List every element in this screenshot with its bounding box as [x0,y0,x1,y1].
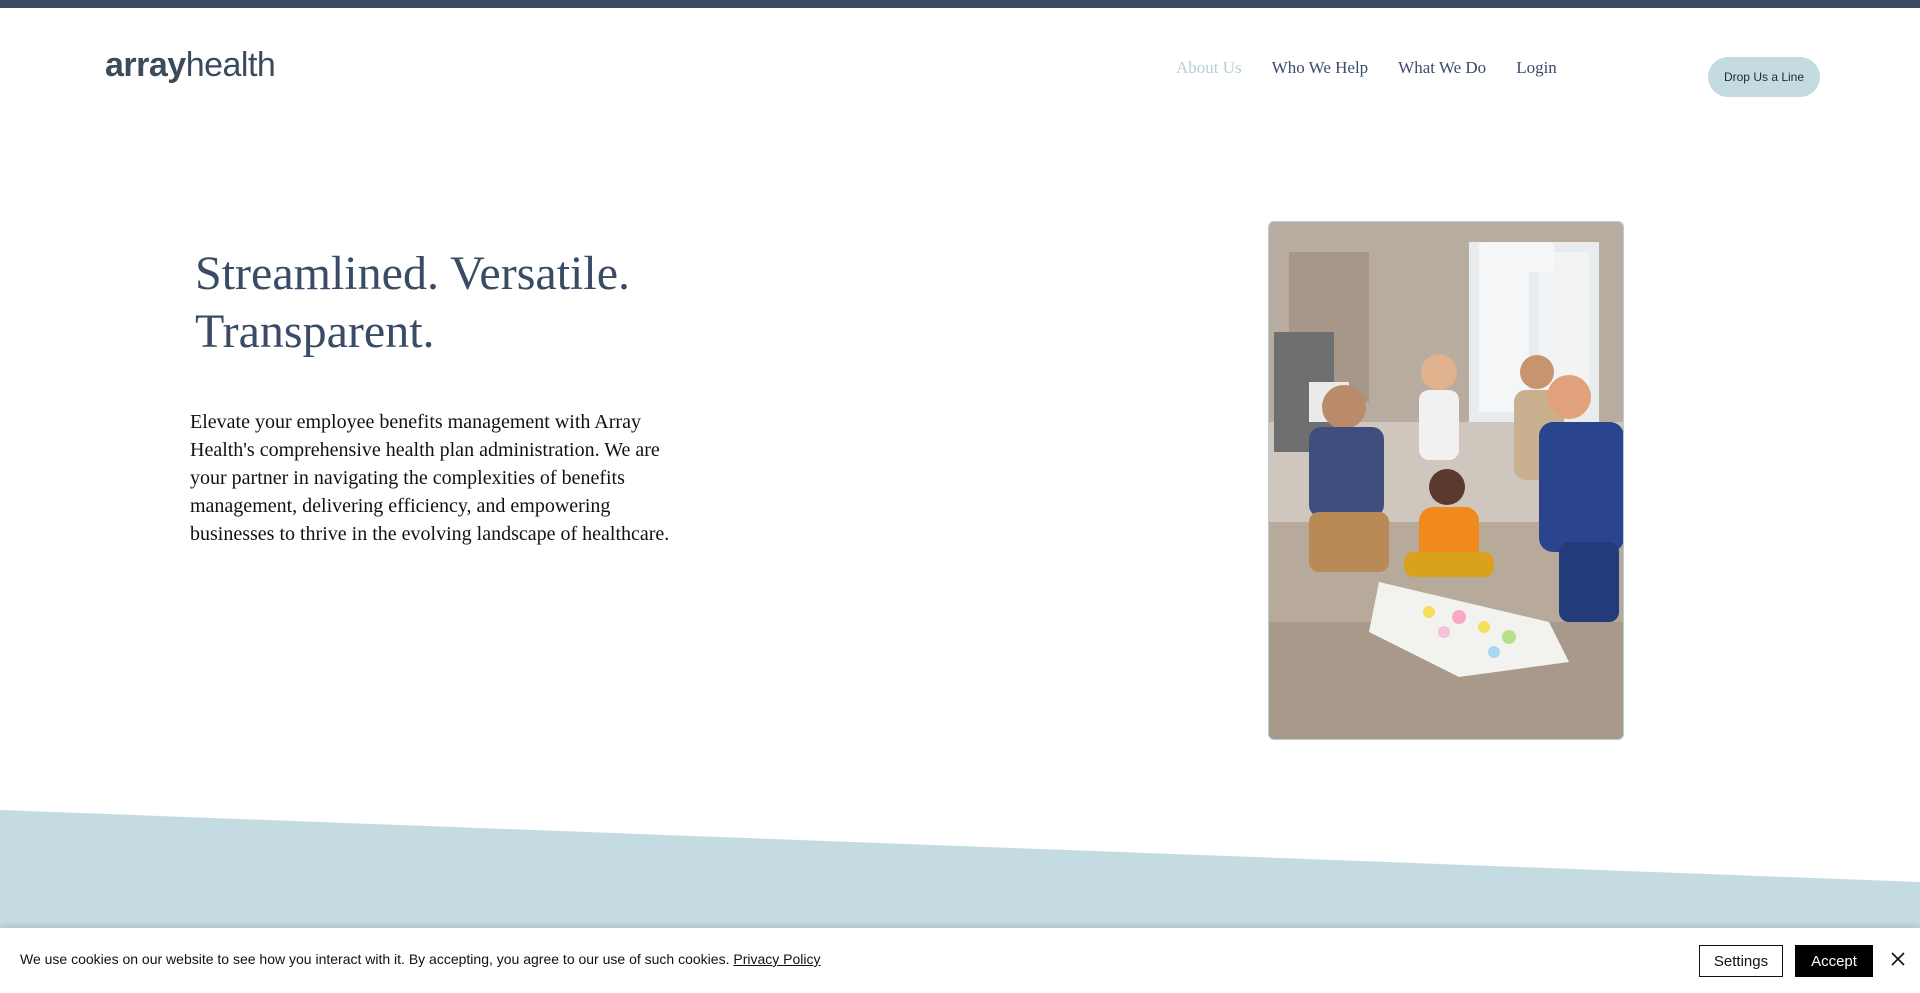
team-collaboration-illustration [1269,222,1623,739]
hero-title-line1: Streamlined. Versatile. [195,247,630,300]
close-icon[interactable] [1887,948,1909,970]
hero-photo [1268,221,1624,740]
logo-wordmark-light: health [185,46,276,84]
nav-what-we-do[interactable]: What We Do [1398,58,1486,78]
cookie-accept-button[interactable]: Accept [1795,945,1873,977]
site-header: arrayhealth About Us Who We Help What We… [0,8,1920,128]
hero-description: Elevate your employee benefits managemen… [190,411,670,545]
cookie-message: We use cookies on our website to see how… [20,951,821,967]
drop-us-a-line-button[interactable]: Drop Us a Line [1708,57,1820,97]
cookie-message-text: We use cookies on our website to see how… [20,951,730,967]
logo-wordmark-bold: array [105,46,186,84]
hero-title: Streamlined. Versatile. Transparent. [195,245,755,361]
top-accent-bar [0,0,1920,8]
nav-about-us[interactable]: About Us [1176,58,1242,78]
hero-title-line2: Transparent. [195,305,435,358]
cookie-banner: We use cookies on our website to see how… [0,928,1920,993]
nav-login[interactable]: Login [1516,58,1557,78]
privacy-policy-link[interactable]: Privacy Policy [733,951,820,967]
main-nav: About Us Who We Help What We Do Login [1176,58,1587,78]
cookie-settings-button[interactable]: Settings [1699,945,1783,977]
site-logo[interactable]: arrayhealth [105,46,276,84]
nav-who-we-help[interactable]: Who We Help [1272,58,1369,78]
